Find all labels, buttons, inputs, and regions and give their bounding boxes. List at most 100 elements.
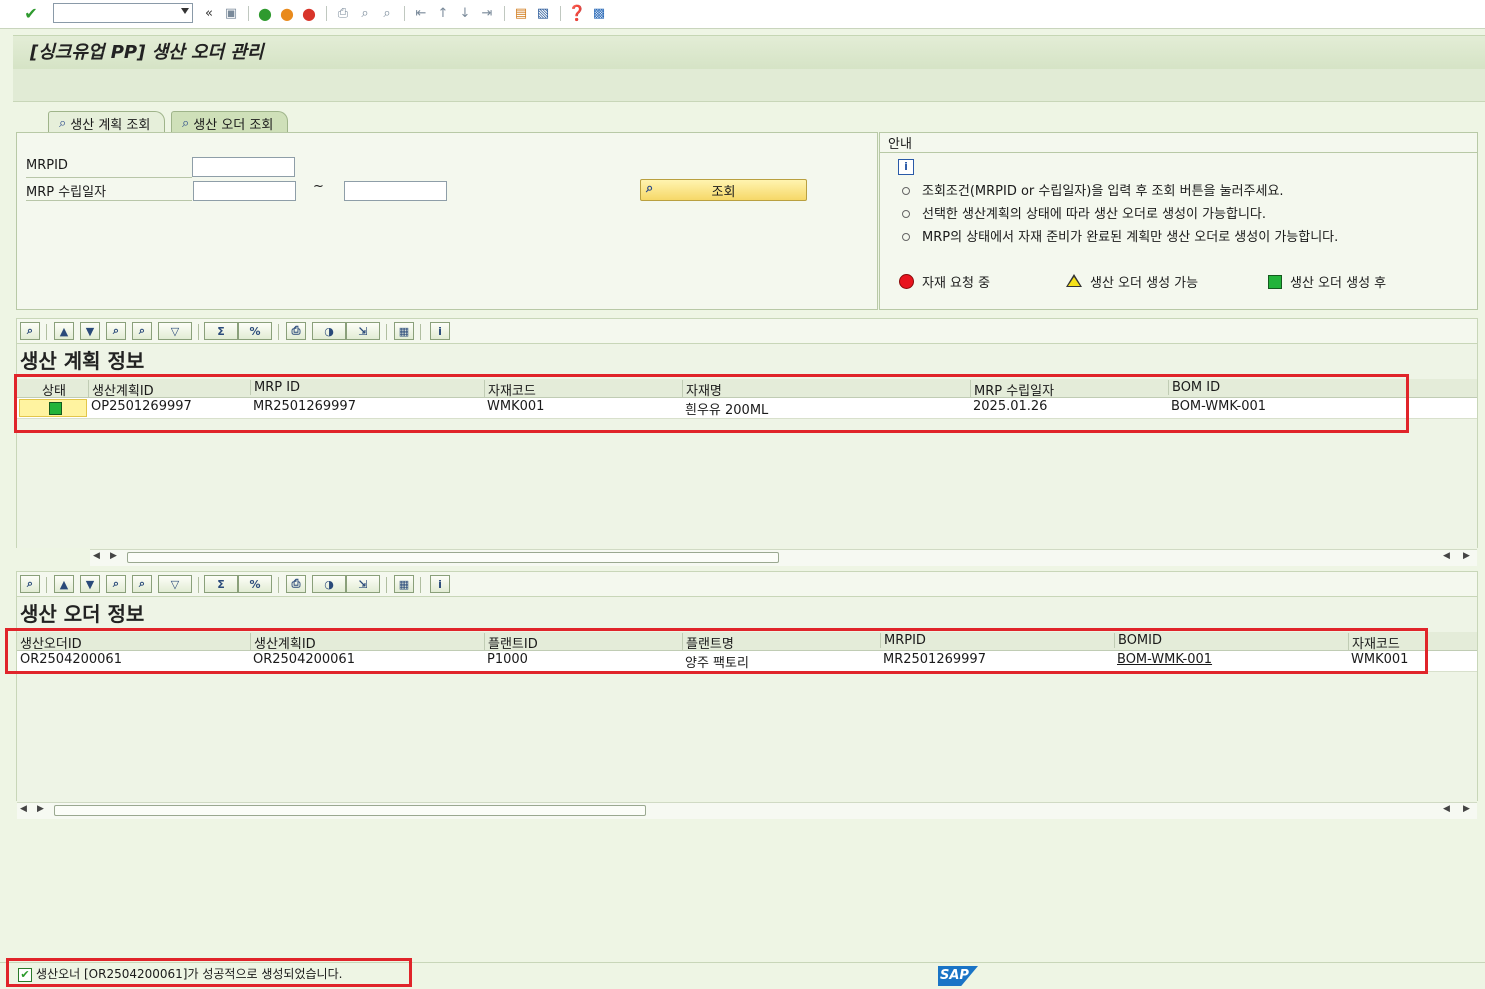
binoculars-icon: ⌕ [182,115,190,131]
info-line-3: MRP의 상태에서 자재 준비가 완료된 계획만 생산 오더로 생성이 가능합니… [922,230,1339,245]
find-icon[interactable]: ⌕ [106,322,126,340]
toolbar-divider [326,6,327,21]
toolbar-divider [198,577,199,593]
plan-row-highlight [14,374,1409,433]
plan-grid-hscrollbar[interactable]: ◀ ▶ ◀ ▶ [90,549,1477,566]
find-icon[interactable]: ⌕ [356,4,374,22]
toolbar-divider [386,577,387,593]
help-icon[interactable]: ❓ [568,4,587,22]
export-icon[interactable]: ⇲ [346,575,380,593]
print-icon[interactable]: ⎙ [334,4,352,22]
sort-descending-icon[interactable]: ▼ [80,575,100,593]
tab-plan-query[interactable]: ⌕ 생산 계획 조회 [48,111,166,134]
order-grid-hscrollbar[interactable]: ◀ ▶ ◀ ▶ [17,802,1477,819]
plan-grid-toolbar: ⌕ ▲ ▼ ⌕ ⌕ ▽ Σ % ⎙ ◑ ⇲ ▦ i [16,318,1478,344]
scroll-left-icon[interactable]: ◀ [1443,551,1450,561]
filter-icon[interactable]: ▽ [158,322,192,340]
layout-icon[interactable]: ▦ [394,322,414,340]
red-light-icon [899,274,914,289]
chevron-down-icon[interactable] [181,8,189,14]
details-icon[interactable]: ⌕ [20,575,40,593]
mrp-date-to-input[interactable] [344,181,447,201]
find-next-icon[interactable]: ⌕ [132,575,152,593]
toolbar-divider [278,577,279,593]
mrp-date-label: MRP 수립일자 [26,185,107,200]
exit-icon[interactable]: ● [278,4,296,23]
search-button[interactable]: ⌕ 조회 [640,179,807,201]
tab-order-query[interactable]: ⌕ 생산 오더 조회 [171,111,289,134]
toolbar-divider [504,6,505,21]
legend-label-red: 자재 요청 중 [922,276,991,291]
scroll-left-icon[interactable]: ◀ [20,804,27,814]
views-icon[interactable]: ◑ [312,575,346,593]
scroll-right-icon[interactable]: ▶ [1463,551,1470,561]
range-separator: ~ [313,179,324,194]
filter-icon[interactable]: ▽ [158,575,192,593]
sort-ascending-icon[interactable]: ▲ [54,322,74,340]
info-line-1: 조회조건(MRPID or 수립일자)을 입력 후 조회 버튼을 눌러주세요. [922,184,1284,199]
find-next-icon[interactable]: ⌕ [132,322,152,340]
info-icon[interactable]: i [430,575,450,593]
toolbar-divider [420,577,421,593]
subtotal-icon[interactable]: % [238,322,272,340]
yellow-triangle-fill [1068,277,1080,286]
back-icon[interactable]: ● [256,4,274,23]
next-page-icon[interactable]: ↓ [456,4,474,22]
info-title: 안내 [888,137,912,152]
scroll-thumb[interactable] [127,552,779,563]
tab-label: 생산 오더 조회 [193,117,274,133]
new-session-icon[interactable]: ▤ [512,4,530,22]
mrpid-input[interactable] [192,157,295,177]
customize-layout-icon[interactable]: ▩ [590,4,608,22]
label-underline [26,177,192,178]
last-page-icon[interactable]: ⇥ [478,4,496,22]
selection-panel [16,132,878,310]
sap-logo-text: SAP [940,968,969,983]
application-toolbar [13,69,1485,102]
print-icon[interactable]: ⎙ [286,575,306,593]
find-next-icon[interactable]: ⌕ [378,4,396,22]
bullet-icon [902,233,910,241]
enter-check-icon[interactable]: ✔ [22,4,40,23]
order-grid-toolbar: ⌕ ▲ ▼ ⌕ ⌕ ▽ Σ % ⎙ ◑ ⇲ ▦ i [16,571,1478,597]
legend-label-green: 생산 오더 생성 후 [1290,276,1387,291]
legend-label-yellow: 생산 오더 생성 가능 [1090,276,1199,291]
layout-icon[interactable]: ▦ [394,575,414,593]
prev-page-icon[interactable]: ↑ [434,4,452,22]
command-field[interactable] [53,3,193,23]
export-icon[interactable]: ⇲ [346,322,380,340]
page-title: [싱크유업 PP] 생산 오더 관리 [30,42,264,63]
scroll-thumb[interactable] [54,805,646,816]
print-icon[interactable]: ⎙ [286,322,306,340]
cancel-icon[interactable]: ● [300,4,318,23]
toolbar-divider [46,324,47,340]
first-page-icon[interactable]: ⇤ [412,4,430,22]
toolbar-divider [386,324,387,340]
views-icon[interactable]: ◑ [312,322,346,340]
scroll-right-icon[interactable]: ▶ [1463,804,1470,814]
sort-ascending-icon[interactable]: ▲ [54,575,74,593]
toolbar-divider [560,6,561,21]
search-button-label: 조회 [711,185,736,200]
mrp-date-from-input[interactable] [193,181,296,201]
toolbar-divider [198,324,199,340]
sum-icon[interactable]: Σ [204,322,238,340]
scroll-right-icon[interactable]: ▶ [110,551,117,561]
info-icon[interactable]: i [430,322,450,340]
scroll-left-icon[interactable]: ◀ [93,551,100,561]
shortcut-icon[interactable]: ▧ [534,4,552,22]
plan-grid-title: 생산 계획 정보 [20,349,145,373]
label-underline [26,200,192,201]
subtotal-icon[interactable]: % [238,575,272,593]
system-toolbar: ✔ « ▣ ● ● ● ⎙ ⌕ ⌕ ⇤ ↑ ↓ ⇥ ▤ ▧ ❓ ▩ [0,0,1485,29]
find-icon[interactable]: ⌕ [106,575,126,593]
sort-descending-icon[interactable]: ▼ [80,322,100,340]
scroll-left-icon[interactable]: ◀ [1443,804,1450,814]
mrpid-label: MRPID [26,158,68,173]
details-icon[interactable]: ⌕ [20,322,40,340]
collapse-command-icon[interactable]: « [200,4,218,22]
tab-label: 생산 계획 조회 [70,117,151,133]
save-icon[interactable]: ▣ [222,4,240,22]
sum-icon[interactable]: Σ [204,575,238,593]
scroll-right-icon[interactable]: ▶ [37,804,44,814]
